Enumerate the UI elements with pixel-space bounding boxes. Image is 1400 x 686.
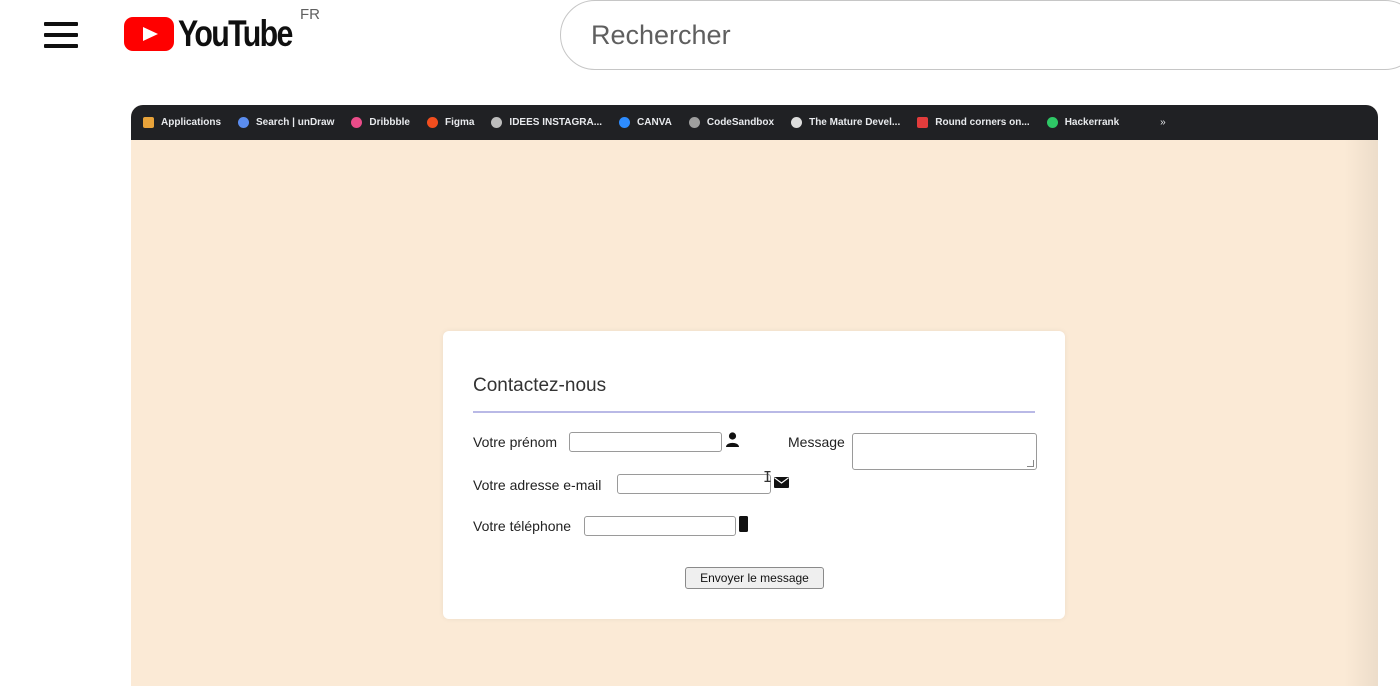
hackerrank-icon bbox=[1046, 117, 1058, 128]
envelope-icon bbox=[774, 477, 789, 488]
email-label: Votre adresse e-mail bbox=[473, 477, 602, 493]
bookmark-item[interactable]: Applications bbox=[143, 117, 221, 128]
bookmark-label: CANVA bbox=[637, 117, 672, 128]
bookmark-item[interactable]: Dribbble bbox=[351, 117, 410, 128]
phone-input[interactable] bbox=[584, 516, 736, 536]
canva-icon bbox=[619, 117, 631, 128]
bookmark-label: Applications bbox=[161, 117, 222, 128]
bookmark-red-icon bbox=[917, 117, 929, 128]
codesandbox-icon bbox=[688, 117, 700, 128]
figma-icon bbox=[426, 117, 438, 128]
bookmark-item[interactable]: Round corners on... bbox=[917, 117, 1030, 128]
email-input[interactable] bbox=[617, 474, 771, 494]
bookmark-item[interactable]: Hackerrank bbox=[1046, 117, 1120, 128]
bookmark-label: Round corners on... bbox=[935, 117, 1030, 128]
dribbble-icon bbox=[351, 117, 363, 128]
bookmark-item[interactable]: IDEES INSTAGRA... bbox=[491, 117, 602, 128]
dev-icon bbox=[791, 117, 803, 128]
bookmark-label: IDEES INSTAGRA... bbox=[509, 117, 603, 128]
bookmark-label: CodeSandbox bbox=[706, 117, 775, 128]
user-icon bbox=[726, 432, 739, 447]
bookmark-label: Hackerrank bbox=[1064, 117, 1120, 128]
search-placeholder: Rechercher bbox=[591, 19, 731, 50]
youtube-logo[interactable]: YouTube bbox=[124, 14, 317, 54]
first-name-input[interactable] bbox=[569, 432, 722, 452]
youtube-wordmark: YouTube bbox=[178, 13, 293, 54]
country-code: FR bbox=[300, 6, 320, 23]
phone-icon bbox=[739, 516, 748, 532]
bookmark-label: Figma bbox=[444, 117, 475, 128]
message-label: Message bbox=[788, 434, 845, 450]
resize-handle-icon[interactable] bbox=[1027, 460, 1034, 467]
bookmarks-overflow-icon[interactable]: » bbox=[1160, 117, 1166, 128]
first-name-label: Votre prénom bbox=[473, 434, 558, 450]
search-input[interactable]: Rechercher bbox=[560, 0, 1400, 70]
bookmark-item[interactable]: Figma bbox=[426, 117, 475, 128]
phone-label: Votre téléphone bbox=[473, 518, 572, 534]
bookmarks-bar: Applications Search | unDraw Dribbble Figma… bbox=[131, 105, 1378, 140]
message-textarea[interactable] bbox=[852, 433, 1037, 470]
bookmark-label: The Mature Devel... bbox=[809, 117, 901, 128]
youtube-header: YouTube FR Rechercher bbox=[0, 0, 1400, 86]
undraw-icon bbox=[238, 117, 250, 128]
youtube-play-icon bbox=[124, 17, 174, 51]
send-message-button[interactable]: Envoyer le message bbox=[685, 567, 824, 589]
idees-icon bbox=[491, 117, 503, 128]
form-title: Contactez-nous bbox=[473, 375, 607, 396]
text-cursor-icon: I bbox=[763, 468, 773, 486]
bookmark-item[interactable]: Search | unDraw bbox=[238, 117, 334, 128]
menu-icon[interactable] bbox=[44, 22, 78, 50]
bookmark-label: Search | unDraw bbox=[256, 117, 335, 128]
bookmark-item[interactable]: CodeSandbox bbox=[688, 117, 775, 128]
apps-grid-icon bbox=[143, 117, 154, 128]
bookmark-item[interactable]: CANVA bbox=[619, 117, 672, 128]
page-edge-shadow bbox=[1344, 140, 1378, 686]
bookmark-label: Dribbble bbox=[369, 117, 410, 128]
contact-form-card: Contactez-nous Votre prénom Message Votr… bbox=[443, 331, 1065, 619]
title-divider bbox=[473, 411, 1035, 413]
video-frame[interactable]: Applications Search | unDraw Dribbble Figma… bbox=[131, 105, 1378, 686]
bookmark-item[interactable]: The Mature Devel... bbox=[791, 117, 900, 128]
